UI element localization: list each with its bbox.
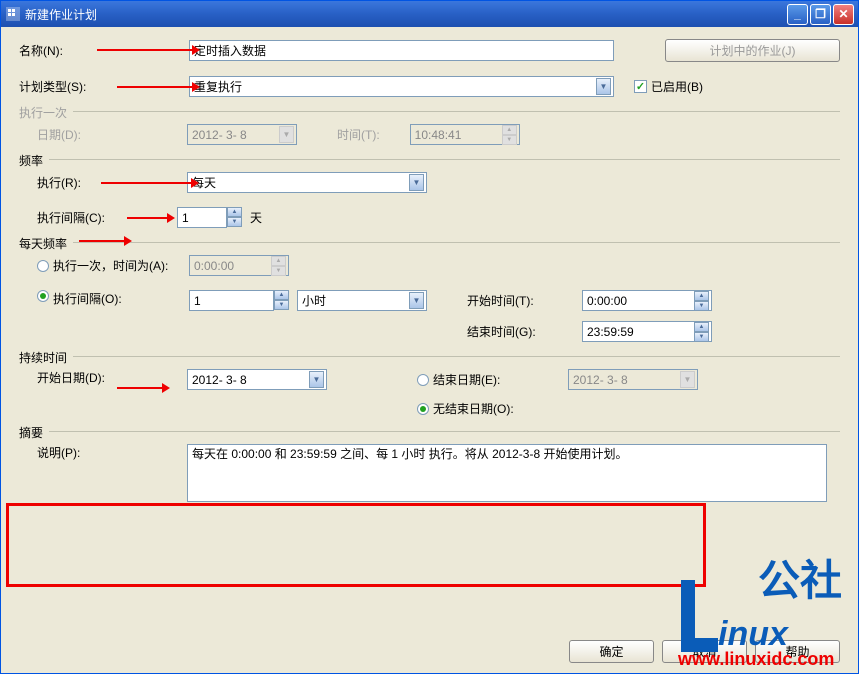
summary-row: 说明(P): <box>19 444 840 502</box>
duration-fieldset: 持续时间 开始日期(D): 2012- 3- 8 ▼ 结束日期(E): 2012… <box>19 356 840 417</box>
once-time-value: 10:48:41 <box>415 128 462 142</box>
daily-once-time-spinner: 0:00:00 ▲▼ <box>189 255 289 276</box>
start-date-select[interactable]: 2012- 3- 8 ▼ <box>187 369 327 390</box>
daily-end-value: 23:59:59 <box>587 325 634 339</box>
app-icon <box>5 6 21 22</box>
interval-spinner[interactable]: ▲▼ <box>177 207 242 228</box>
once-fieldset: 执行一次 日期(D): 2012- 3- 8 ▼ 时间(T): 10:48:41… <box>19 111 840 145</box>
chevron-down-icon[interactable]: ▼ <box>409 174 424 191</box>
start-date-value: 2012- 3- 8 <box>192 373 247 387</box>
spinner-down-icon[interactable]: ▼ <box>694 301 709 311</box>
daily-interval-label: 执行间隔(O): <box>53 290 189 307</box>
help-button[interactable]: 帮助 <box>755 640 840 663</box>
interval-row: 执行间隔(C): ▲▼ 天 <box>19 207 840 228</box>
once-date-row: 日期(D): 2012- 3- 8 ▼ 时间(T): 10:48:41 ▲▼ <box>19 124 840 145</box>
end-date-label: 结束日期(E): <box>433 371 568 388</box>
summary-textarea[interactable] <box>187 444 827 502</box>
duration-legend: 持续时间 <box>19 349 73 366</box>
daily-once-radio[interactable] <box>37 260 49 272</box>
once-time-label: 时间(T): <box>337 126 380 143</box>
cancel-button[interactable]: 取消 <box>662 640 747 663</box>
no-end-radio[interactable] <box>417 403 429 415</box>
window-title: 新建作业计划 <box>25 6 787 23</box>
frequency-legend: 频率 <box>19 152 49 169</box>
daily-interval-input[interactable] <box>189 290 274 311</box>
summary-legend: 摘要 <box>19 424 49 441</box>
daily-once-time: 0:00:00 <box>194 259 234 273</box>
spinner-down-icon: ▼ <box>271 266 286 276</box>
daily-start-value: 0:00:00 <box>587 294 627 308</box>
name-input[interactable] <box>189 40 614 61</box>
spinner-down-icon[interactable]: ▼ <box>274 300 289 310</box>
no-end-label: 无结束日期(O): <box>433 400 514 417</box>
once-legend: 执行一次 <box>19 104 73 121</box>
spinner-up-icon[interactable]: ▲ <box>694 291 709 301</box>
chevron-down-icon: ▼ <box>279 126 294 143</box>
daily-start-spinner[interactable]: 0:00:00 ▲▼ <box>582 290 712 311</box>
name-row: 名称(N): 计划中的作业(J) <box>19 39 840 62</box>
daily-interval-unit-select[interactable]: 小时 ▼ <box>297 290 427 311</box>
enabled-checkbox[interactable]: ✓ <box>634 80 647 93</box>
daily-end-spinner[interactable]: 23:59:59 ▲▼ <box>582 321 712 342</box>
dialog-window: 新建作业计划 _ ❐ ✕ 名称(N): 计划中的作业(J) 计划类型(S): 重… <box>0 0 859 674</box>
daily-interval-spinner[interactable]: ▲▼ <box>189 290 289 311</box>
once-date-value: 2012- 3- 8 <box>192 128 247 142</box>
duration-row: 开始日期(D): 2012- 3- 8 ▼ 结束日期(E): 2012- 3- … <box>19 369 840 417</box>
schedule-type-row: 计划类型(S): 重复执行 ▼ ✓ 已启用(B) <box>19 76 840 97</box>
once-date-label: 日期(D): <box>19 126 187 143</box>
enabled-label: 已启用(B) <box>651 78 703 95</box>
daily-once-label: 执行一次，时间为(A): <box>53 257 189 274</box>
chevron-down-icon[interactable]: ▼ <box>309 371 324 388</box>
daily-interval-unit: 小时 <box>302 292 326 309</box>
frequency-fieldset: 频率 执行(R): 每天 ▼ 执行间隔(C): ▲▼ 天 <box>19 159 840 228</box>
once-date-select: 2012- 3- 8 ▼ <box>187 124 297 145</box>
ok-button[interactable]: 确定 <box>569 640 654 663</box>
interval-unit: 天 <box>250 209 262 226</box>
spinner-down-icon[interactable]: ▼ <box>694 332 709 342</box>
svg-text:公社: 公社 <box>758 557 842 604</box>
titlebar[interactable]: 新建作业计划 _ ❐ ✕ <box>1 1 858 27</box>
spinner-up-icon[interactable]: ▲ <box>227 207 242 217</box>
daily-interval-row: 执行间隔(O): ▲▼ 小时 ▼ 开始时间(T): 0:00:00 <box>19 290 840 342</box>
spinner-down-icon: ▼ <box>502 135 517 145</box>
end-date-value: 2012- 3- 8 <box>573 373 628 387</box>
summary-desc-label: 说明(P): <box>19 444 187 461</box>
spinner-down-icon[interactable]: ▼ <box>227 217 242 227</box>
close-button[interactable]: ✕ <box>833 4 854 25</box>
restore-button[interactable]: ❐ <box>810 4 831 25</box>
chevron-down-icon: ▼ <box>680 371 695 388</box>
daily-start-label: 开始时间(T): <box>467 292 582 309</box>
daily-legend: 每天频率 <box>19 235 73 252</box>
daily-interval-radio[interactable] <box>37 290 49 302</box>
schedule-type-select[interactable]: 重复执行 ▼ <box>189 76 614 97</box>
interval-input[interactable] <box>177 207 227 228</box>
summary-fieldset: 摘要 说明(P): <box>19 431 840 502</box>
spinner-up-icon: ▲ <box>271 256 286 266</box>
end-date-select: 2012- 3- 8 ▼ <box>568 369 698 390</box>
end-date-radio[interactable] <box>417 374 429 386</box>
spinner-up-icon[interactable]: ▲ <box>274 290 289 300</box>
chevron-down-icon[interactable]: ▼ <box>409 292 424 309</box>
once-time-spinner: 10:48:41 ▲▼ <box>410 124 520 145</box>
spinner-up-icon[interactable]: ▲ <box>694 322 709 332</box>
daily-fieldset: 每天频率 执行一次，时间为(A): 0:00:00 ▲▼ 执行间隔(O): ▲▼ <box>19 242 840 342</box>
spinner-up-icon: ▲ <box>502 125 517 135</box>
execute-row: 执行(R): 每天 ▼ <box>19 172 840 193</box>
active-jobs-button[interactable]: 计划中的作业(J) <box>665 39 840 62</box>
daily-once-row: 执行一次，时间为(A): 0:00:00 ▲▼ <box>19 255 840 276</box>
chevron-down-icon[interactable]: ▼ <box>596 78 611 95</box>
minimize-button[interactable]: _ <box>787 4 808 25</box>
execute-select[interactable]: 每天 ▼ <box>187 172 427 193</box>
window-controls: _ ❐ ✕ <box>787 4 854 25</box>
footer-buttons: 确定 取消 帮助 <box>569 640 840 663</box>
highlight-box <box>6 503 706 587</box>
dialog-content: 名称(N): 计划中的作业(J) 计划类型(S): 重复执行 ▼ ✓ 已启用(B… <box>1 27 858 673</box>
daily-end-label: 结束时间(G): <box>467 323 582 340</box>
